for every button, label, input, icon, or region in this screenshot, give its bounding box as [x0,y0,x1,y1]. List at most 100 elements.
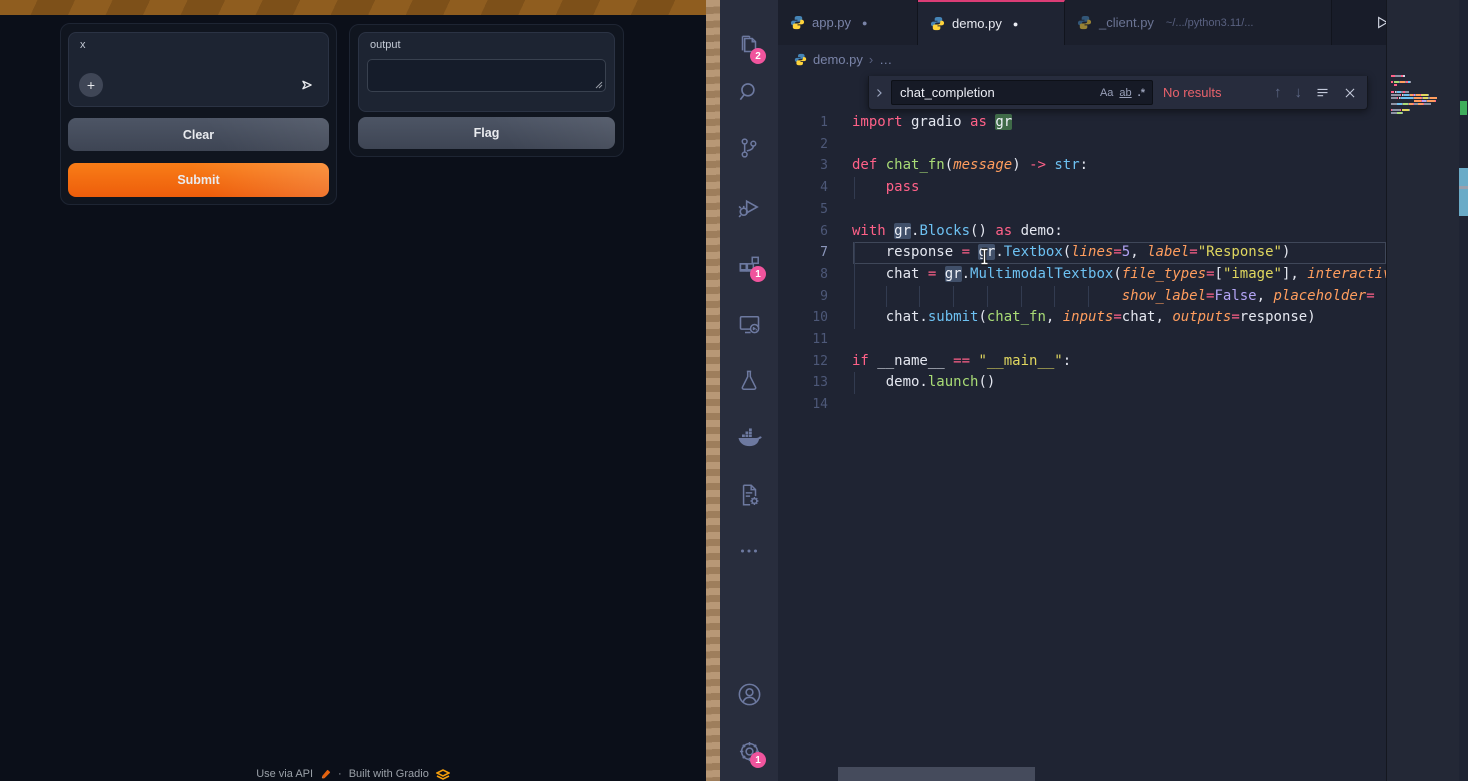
code-line: 13 demo.launch() [778,372,1386,394]
tab-description: ~/.../python3.11/... [1166,17,1254,29]
minimap-segment [1401,97,1413,99]
resize-handle-icon[interactable] [595,81,603,89]
docker-icon[interactable] [720,418,778,458]
more-views-icon[interactable] [720,531,778,571]
use-via-api-link[interactable]: Use via API [256,768,313,780]
modified-dot-icon[interactable]: ● [1013,19,1018,29]
minimap-segment [1402,112,1403,114]
modified-dot-icon[interactable]: ● [862,18,867,28]
minimap-segment [1424,103,1430,105]
output-block: output [358,32,615,112]
line-number: 9 [778,286,828,308]
whole-word-icon[interactable]: ab [1116,86,1134,100]
code-line: 1import gradio as gr [778,112,1386,134]
account-icon[interactable] [720,674,778,714]
remote-explorer-icon[interactable] [720,303,778,343]
output-textarea[interactable] [367,59,606,92]
minimap-segment [1409,109,1410,111]
tab-app-py[interactable]: app.py ● [778,0,918,45]
attach-file-button[interactable]: + [79,73,103,97]
code-text: chat.submit(chat_fn, inputs=chat, output… [852,307,1316,329]
minimap-segment [1391,91,1394,93]
line-number: 8 [778,264,828,286]
minimap-line [1391,103,1457,105]
previous-match-icon[interactable]: ↑ [1274,84,1282,101]
explorer-icon[interactable] [720,25,778,65]
output-label: output [370,39,401,51]
code-line: 10 chat.submit(chat_fn, inputs=chat, out… [778,307,1386,329]
output-card: output Flag [349,24,624,157]
breadcrumb-more[interactable]: … [879,52,892,67]
explorer-badge: 2 [750,48,766,64]
overview-ruler [1459,0,1468,781]
code-text: chat = gr.MultimodalTextbox(file_types=[… [852,264,1386,286]
code-text: def chat_fn(message) -> str: [852,155,1088,177]
minimap-line [1391,94,1457,96]
code-line: 4 pass [778,177,1386,199]
line-number: 6 [778,221,828,243]
tab-client-py[interactable]: _client.py ~/.../python3.11/... [1065,0,1332,45]
minimap[interactable] [1386,0,1460,781]
settings-gear-icon[interactable] [720,731,778,771]
line-number: 3 [778,155,828,177]
line-number: 12 [778,351,828,373]
minimap-segment [1414,97,1421,99]
find-query: chat_completion [900,85,1097,100]
run-debug-icon[interactable] [720,187,778,227]
minimap-line [1391,84,1457,86]
code-text: if __name__ == "__main__": [852,351,1071,373]
line-number: 14 [778,394,828,416]
minimap-line [1391,112,1457,114]
breadcrumb-file[interactable]: demo.py [813,52,863,67]
search-icon[interactable] [720,72,778,112]
file-settings-icon[interactable] [720,475,778,515]
minimap-segment [1405,91,1409,93]
source-control-icon[interactable] [720,128,778,168]
desktop-wallpaper-top [0,0,706,15]
toggle-replace-chevron-icon[interactable] [873,87,885,99]
code-text: demo.launch() [852,372,995,394]
line-number: 11 [778,329,828,351]
regex-icon[interactable]: .* [1135,86,1148,100]
gradio-logo-icon [436,769,450,780]
next-match-icon[interactable]: ↓ [1295,84,1303,101]
x-multimodal-textbox[interactable]: x + [68,32,329,107]
built-with-gradio-link[interactable]: Built with Gradio [349,768,429,780]
find-input[interactable]: chat_completion Aa ab .* [891,80,1153,105]
testing-flask-icon[interactable] [720,360,778,400]
minimap-line [1391,115,1457,117]
code-text: import gradio as gr [852,112,1012,134]
find-in-selection-icon[interactable] [1315,85,1330,100]
line-number: 2 [778,134,828,156]
clear-button[interactable]: Clear [68,118,329,151]
submit-button[interactable]: Submit [68,163,329,197]
find-widget: chat_completion Aa ab .* No results ↑ ↓ [868,76,1368,110]
python-file-icon [790,15,805,30]
code-editor[interactable]: 1import gradio as gr23 def chat_fn(messag… [778,112,1386,452]
match-case-icon[interactable]: Aa [1097,86,1116,100]
tab-demo-py[interactable]: demo.py ● [918,0,1065,45]
minimap-line [1391,97,1457,99]
tab-strip: app.py ● demo.py ● _client.py ~/.../pyth… [778,0,1468,45]
line-number: 7 [778,242,828,264]
breadcrumb[interactable]: demo.py › … [778,45,892,73]
horizontal-scrollbar[interactable] [838,767,1035,781]
code-line: 12 if __name__ == "__main__": [778,351,1386,373]
send-icon [298,76,316,94]
minimap-segment [1427,100,1435,102]
line-number: 13 [778,372,828,394]
extensions-icon[interactable] [720,246,778,286]
minimap-line [1391,81,1457,83]
flag-button[interactable]: Flag [358,117,615,149]
code-line: 3 def chat_fn(message) -> str: [778,155,1386,177]
plus-icon: + [87,77,95,93]
minimap-segment [1435,100,1436,102]
tab-label: _client.py [1099,15,1154,30]
code-line: 8 chat = gr.MultimodalTextbox(file_types… [778,264,1386,286]
send-button[interactable] [295,73,319,97]
settings-badge: 1 [750,752,766,768]
tab-label: app.py [812,15,851,30]
line-number: 10 [778,307,828,329]
close-find-icon[interactable] [1343,86,1357,100]
find-results-status: No results [1163,85,1222,100]
